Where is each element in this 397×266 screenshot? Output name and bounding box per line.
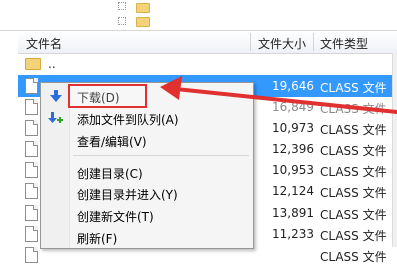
file-list-header: 文件名 文件大小 文件类型 <box>18 31 397 54</box>
menu-item-create-new-file[interactable]: 创建新文件(T) <box>41 204 253 226</box>
file-type: CLASS 文件 <box>320 123 387 137</box>
folder-icon[interactable] <box>136 17 150 27</box>
vertical-scrollbar[interactable] <box>392 53 397 247</box>
menu-item-label: 创建目录并进入(Y) <box>77 188 178 202</box>
column-header-size[interactable]: 文件大小 <box>258 35 306 52</box>
folder-icon <box>25 58 41 70</box>
menu-item-create-directory-and-enter[interactable]: 创建目录并进入(Y) <box>41 182 253 204</box>
file-type: CLASS 文件 <box>320 144 387 158</box>
menu-item-label: 创建目录(C) <box>77 167 143 181</box>
directory-tree-pane <box>0 0 397 31</box>
menu-separator <box>73 155 249 156</box>
menu-item-label: 查看/编辑(V) <box>77 135 147 149</box>
file-size: 13,891 <box>272 206 314 220</box>
add-to-queue-icon <box>48 112 63 123</box>
column-divider[interactable] <box>250 33 251 51</box>
file-icon <box>25 162 38 178</box>
file-type: CLASS 文件 <box>320 229 387 243</box>
menu-item-label: 添加文件到队列(A) <box>77 113 179 127</box>
file-type: CLASS 文件 <box>320 208 387 222</box>
menu-item-refresh[interactable]: 刷新(F) <box>41 226 253 248</box>
menu-item-view-edit[interactable]: 查看/编辑(V) <box>41 129 253 151</box>
file-icon <box>25 226 38 242</box>
file-icon <box>25 247 38 263</box>
left-margin <box>0 31 18 247</box>
file-icon <box>25 141 38 157</box>
file-type: CLASS 文件 <box>320 165 387 179</box>
file-size: 11,233 <box>272 227 314 241</box>
column-divider[interactable] <box>313 33 314 51</box>
parent-directory-row[interactable]: .. <box>18 53 397 75</box>
file-type: CLASS 文件 <box>320 250 387 264</box>
file-size: 19,646 <box>272 79 314 93</box>
file-icon <box>25 99 38 115</box>
file-size: 16,849 <box>272 100 314 114</box>
file-icon <box>25 183 38 199</box>
column-header-type[interactable]: 文件类型 <box>320 35 368 52</box>
file-icon <box>25 78 38 94</box>
tree-connector <box>118 2 126 10</box>
menu-item-create-directory[interactable]: 创建目录(C) <box>41 161 253 183</box>
file-size: 12,124 <box>272 184 314 198</box>
file-size: 10,973 <box>272 121 314 135</box>
folder-icon[interactable] <box>136 3 150 13</box>
file-type: CLASS 文件 <box>320 102 387 116</box>
context-menu: 下载(D) 添加文件到队列(A) 查看/编辑(V) 创建目录(C) 创建目录并进… <box>40 82 254 249</box>
file-icon <box>25 120 38 136</box>
column-header-name[interactable]: 文件名 <box>26 35 62 52</box>
file-size: 10,953 <box>272 163 314 177</box>
file-type: CLASS 文件 <box>320 186 387 200</box>
tree-connector <box>118 17 126 25</box>
file-size: 12,396 <box>272 142 314 156</box>
download-arrow-icon <box>50 90 62 102</box>
menu-item-label: 创建新文件(T) <box>77 210 154 224</box>
file-type: CLASS 文件 <box>320 81 387 95</box>
menu-item-add-to-queue[interactable]: 添加文件到队列(A) <box>41 107 253 129</box>
file-name: .. <box>48 57 56 71</box>
file-icon <box>25 205 38 221</box>
annotation-highlight-box <box>68 84 147 108</box>
menu-item-label: 刷新(F) <box>77 232 118 246</box>
